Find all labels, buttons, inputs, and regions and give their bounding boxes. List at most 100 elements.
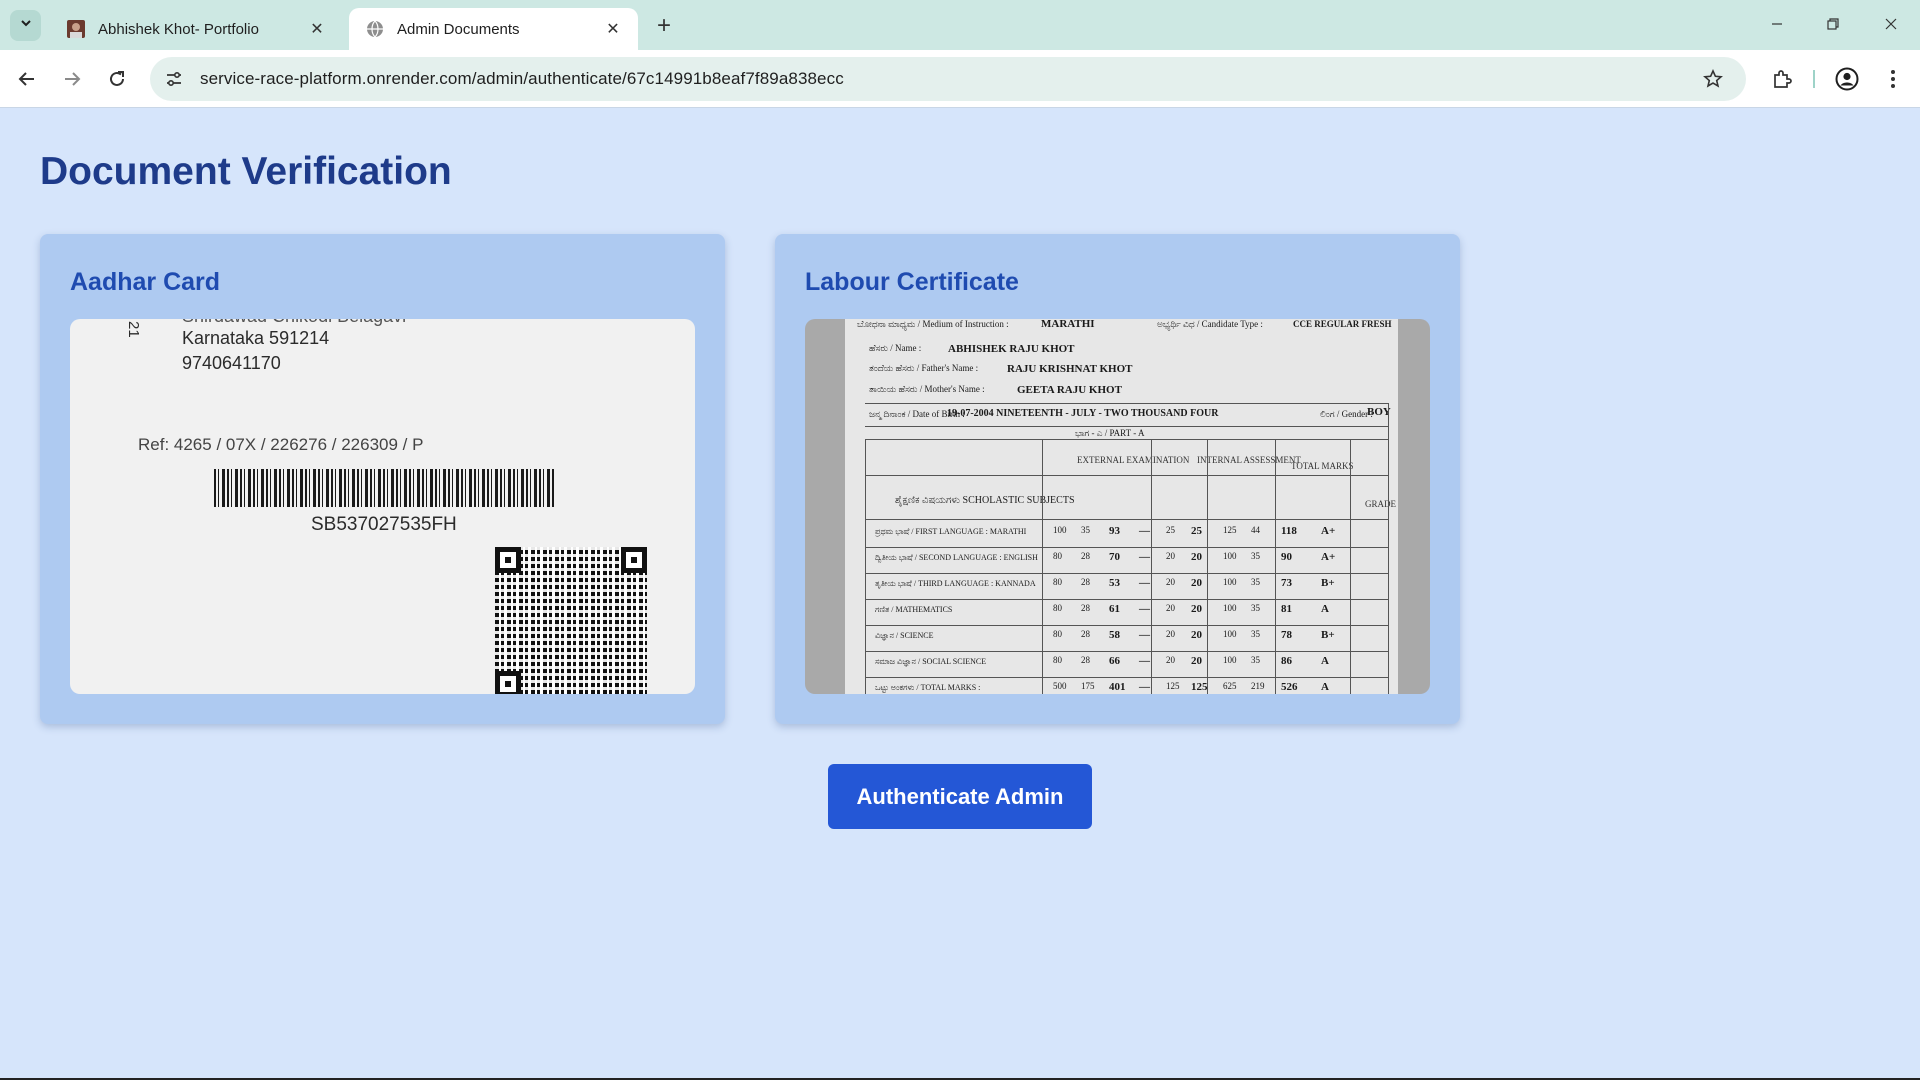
tab-title: Admin Documents — [397, 20, 520, 38]
marks-cell: 61 — [1109, 603, 1120, 615]
marks-cell: 66 — [1109, 655, 1120, 667]
authenticate-admin-button[interactable]: Authenticate Admin — [828, 764, 1092, 829]
address-state: Karnataka 591214 — [182, 328, 330, 348]
marks-cell: 80 — [1053, 603, 1062, 613]
page-title: Document Verification — [40, 150, 452, 193]
marks-cell: — — [1139, 655, 1150, 667]
labour-certificate-panel: Labour Certificate ಬೋಧನಾ ಮಾಧ್ಯಮ / Medium… — [775, 234, 1460, 724]
subject-cell: ಪ್ರಥಮ ಭಾಷೆ / FIRST LANGUAGE : MARATHI — [875, 527, 1027, 536]
site-info-icon[interactable] — [156, 61, 192, 97]
marks-cell: A+ — [1321, 551, 1336, 563]
row-divider — [865, 573, 1388, 574]
marks-cell: 20 — [1191, 577, 1202, 589]
marks-cell: 35 — [1251, 629, 1260, 639]
close-window-icon — [1885, 18, 1897, 30]
marks-cell: 80 — [1053, 629, 1062, 639]
minimize-button[interactable] — [1757, 6, 1797, 42]
marks-cell: 118 — [1281, 525, 1297, 537]
external-header: EXTERNAL EXAMINATION — [1077, 455, 1190, 465]
marks-cell: 80 — [1053, 577, 1062, 587]
url-text[interactable]: service-race-platform.onrender.com/admin… — [200, 69, 844, 89]
marks-cell: 175 — [1081, 681, 1095, 691]
row-divider — [865, 599, 1388, 600]
name-label: ಹೆಸರು / Name : — [869, 343, 922, 353]
menu-icon[interactable] — [1876, 62, 1910, 96]
marks-cell: — — [1139, 525, 1150, 537]
address-bar[interactable]: service-race-platform.onrender.com/admin… — [150, 57, 1746, 101]
star-icon[interactable] — [1698, 64, 1728, 94]
forward-button[interactable] — [55, 62, 89, 96]
back-button[interactable] — [10, 62, 44, 96]
marks-cell: 78 — [1281, 629, 1292, 641]
subject-cell: ಸಮಾಜ ವಿಜ್ಞಾನ / SOCIAL SCIENCE — [875, 657, 987, 666]
plus-icon: + — [656, 12, 671, 39]
new-tab-button[interactable]: + — [650, 12, 678, 40]
extensions-icon[interactable] — [1765, 62, 1799, 96]
father-value: RAJU KRISHNAT KHOT — [1007, 363, 1133, 375]
dob-value: 19-07-2004 NINETEENTH - JULY - TWO THOUS… — [947, 408, 1219, 419]
marks-cell: A — [1321, 655, 1329, 667]
chevron-down-icon — [19, 16, 33, 35]
mother-label: ತಾಯಿಯ ಹೆಸರು / Mother's Name : — [869, 384, 985, 394]
phone-number: 9740641170 — [182, 353, 281, 373]
browser-toolbar: service-race-platform.onrender.com/admin… — [0, 50, 1920, 108]
marks-cell: 20 — [1191, 655, 1202, 667]
marks-cell: 93 — [1109, 525, 1120, 537]
marks-cell: 25 — [1191, 525, 1202, 537]
marks-cell: 81 — [1281, 603, 1292, 615]
marks-cell: 90 — [1281, 551, 1292, 563]
barcode — [214, 469, 554, 507]
tab-search-button[interactable] — [10, 10, 41, 41]
subject-cell: ಒಟ್ಟು ಅಂಕಗಳು / TOTAL MARKS : — [875, 683, 981, 692]
marks-cell: 401 — [1109, 681, 1126, 693]
marks-cell: — — [1139, 551, 1150, 563]
marks-cell: 35 — [1251, 551, 1260, 561]
close-icon[interactable]: ✕ — [602, 18, 624, 40]
marks-cell: 73 — [1281, 577, 1292, 589]
restore-button[interactable] — [1813, 6, 1853, 42]
close-icon[interactable]: ✕ — [306, 18, 328, 40]
marks-cell: 100 — [1223, 629, 1237, 639]
marks-cell: — — [1139, 629, 1150, 641]
marks-cell: 125 — [1191, 681, 1208, 693]
tab-admin-documents[interactable]: Admin Documents ✕ — [349, 8, 638, 50]
marks-cell: 35 — [1081, 525, 1090, 535]
row-divider — [865, 651, 1388, 652]
aadhar-card-panel: Aadhar Card 21 Shirdawad Chikodi Belagav… — [40, 234, 725, 724]
subjects-header: ಶೈಕ್ಷಣಿಕ ವಿಷಯಗಳು SCHOLASTIC SUBJECTS — [895, 495, 1075, 506]
marks-cell: 58 — [1109, 629, 1120, 641]
reload-button[interactable] — [100, 62, 134, 96]
tab-portfolio[interactable]: Abhishek Khot- Portfolio ✕ — [50, 8, 342, 50]
marks-cell: 20 — [1166, 603, 1175, 613]
marks-cell: 28 — [1081, 551, 1090, 561]
marks-cell: 20 — [1166, 577, 1175, 587]
restore-icon — [1827, 18, 1839, 30]
side-digits: 21 — [125, 321, 142, 338]
barcode-text: SB537027535FH — [311, 514, 457, 535]
gender-label: ಲಿಂಗ / Gender : — [1320, 409, 1373, 419]
card-title: Aadhar Card — [70, 268, 221, 296]
marks-cell: 25 — [1166, 525, 1175, 535]
marks-cell: B+ — [1321, 629, 1335, 641]
labour-certificate-image: ಬೋಧನಾ ಮಾಧ್ಯಮ / Medium of Instruction : M… — [805, 319, 1430, 694]
marks-cell: 500 — [1053, 681, 1067, 691]
marks-cell: 20 — [1166, 551, 1175, 561]
marks-cell: A — [1321, 603, 1329, 615]
marks-cell: A — [1321, 681, 1329, 693]
marks-cell: 125 — [1166, 681, 1180, 691]
marks-cell: 100 — [1223, 577, 1237, 587]
marks-cell: 625 — [1223, 681, 1237, 691]
medium-label: ಬೋಧನಾ ಮಾಧ್ಯಮ / Medium of Instruction : — [857, 319, 1009, 329]
marks-cell: 20 — [1191, 551, 1202, 563]
marks-cell: 80 — [1053, 655, 1062, 665]
marks-cell: 86 — [1281, 655, 1292, 667]
candidate-type-value: CCE REGULAR FRESH — [1293, 319, 1392, 329]
marks-cell: 28 — [1081, 603, 1090, 613]
marks-cell: 28 — [1081, 629, 1090, 639]
marks-cell: 28 — [1081, 577, 1090, 587]
marks-cell: 53 — [1109, 577, 1120, 589]
profile-icon[interactable] — [1830, 62, 1864, 96]
marks-cell: 80 — [1053, 551, 1062, 561]
close-window-button[interactable] — [1871, 6, 1911, 42]
portfolio-favicon-icon — [66, 19, 86, 39]
